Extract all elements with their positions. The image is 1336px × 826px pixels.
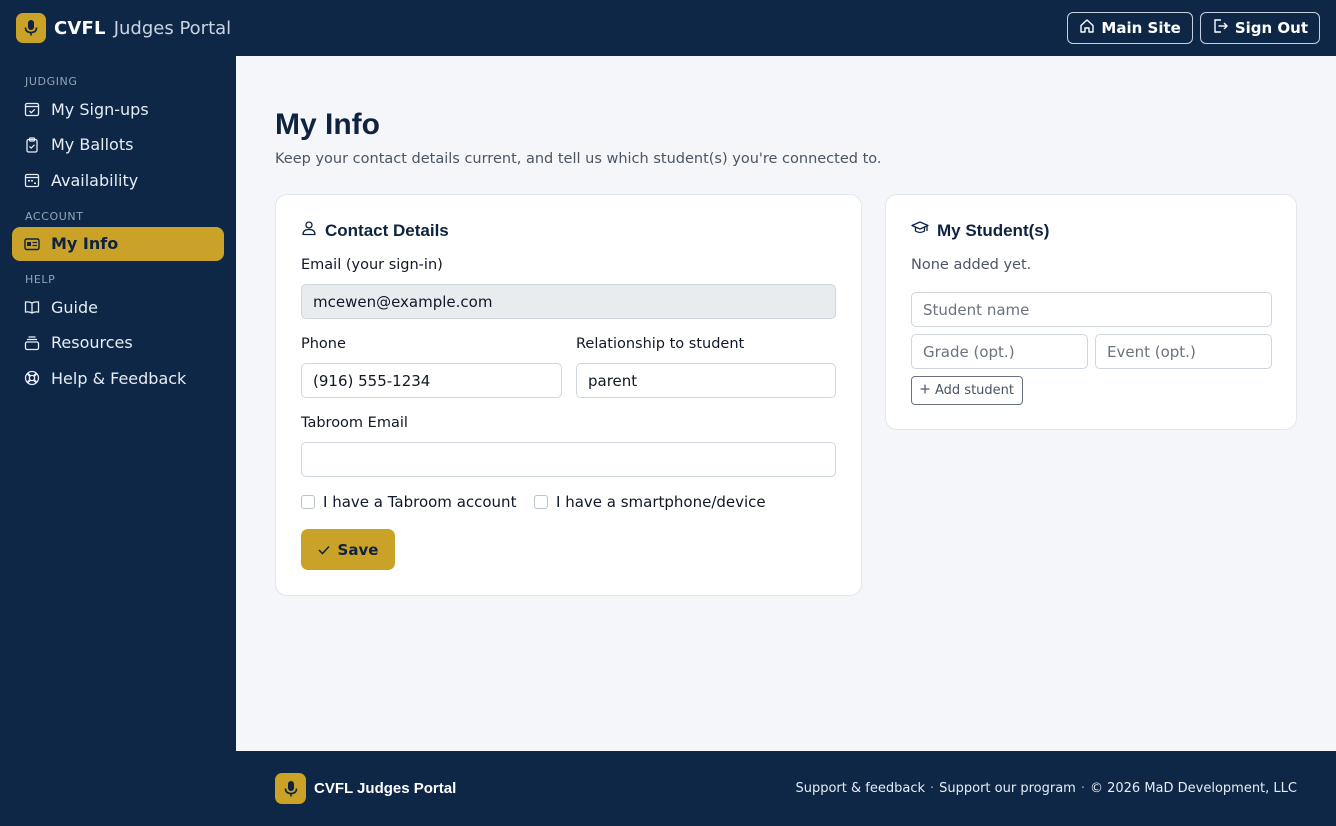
separator: ·: [1080, 781, 1085, 796]
device-checkbox[interactable]: [534, 495, 548, 509]
device-option[interactable]: I have a smartphone/device: [534, 493, 766, 511]
home-icon: [1079, 18, 1095, 38]
my-students-title: My Student(s): [937, 220, 1050, 240]
page-title: My Info: [275, 108, 380, 141]
support-feedback-link[interactable]: Support & feedback: [795, 781, 925, 796]
sign-out-label: Sign Out: [1234, 19, 1308, 37]
contact-details-heading: Contact Details: [301, 220, 449, 241]
brand-name: CVFL: [54, 17, 106, 39]
sidebar-item-my-info[interactable]: My Info: [12, 226, 224, 261]
sidebar-item-label: My Ballots: [51, 135, 134, 154]
student-name-input[interactable]: Student name: [911, 292, 1272, 327]
calendar-week-icon: [24, 172, 40, 188]
my-students-card: My Student(s) None added yet. Student na…: [885, 194, 1297, 430]
brand-subtitle: Judges Portal: [113, 17, 232, 39]
phone-label: Phone: [301, 336, 346, 352]
sign-out-icon: [1212, 18, 1229, 38]
contact-details-title: Contact Details: [325, 220, 449, 240]
microphone-icon: [16, 13, 46, 43]
main-site-label: Main Site: [1101, 19, 1181, 37]
top-bar: CVFL Judges Portal Main Site Sign Out: [0, 0, 1336, 56]
sidebar-item-label: Availability: [51, 170, 139, 190]
sidebar-item-label: Resources: [51, 333, 133, 352]
calendar-check-icon: [24, 101, 40, 117]
separator: ·: [930, 781, 935, 796]
sidebar-item-label: My Sign-ups: [51, 99, 149, 119]
sidebar-section-account: ACCOUNT: [25, 209, 84, 223]
relationship-label: Relationship to student: [576, 336, 745, 352]
sidebar: JUDGING My Sign-ups My Ballots Availabil…: [0, 56, 236, 826]
book-icon: [24, 299, 40, 315]
contact-details-card: Contact Details Email (your sign-in) mce…: [275, 194, 862, 596]
email-field[interactable]: mcewen@example.com: [301, 284, 836, 319]
tabroom-email-field[interactable]: [301, 442, 836, 477]
footer: CVFL Judges Portal Support & feedback · …: [236, 751, 1336, 826]
stack-icon: [24, 335, 40, 351]
copyright-text: © 2026 MaD Development, LLC: [1089, 781, 1297, 796]
support-program-link[interactable]: Support our program: [939, 781, 1076, 796]
id-card-icon: [24, 236, 40, 252]
students-empty-text: None added yet.: [911, 257, 1032, 273]
sidebar-item-my-ballots[interactable]: My Ballots: [12, 128, 224, 162]
sign-out-button[interactable]: Sign Out: [1199, 12, 1320, 44]
footer-links: Support & feedback · Support our program…: [795, 781, 1297, 796]
lifebuoy-icon: [24, 370, 40, 386]
sidebar-item-label: Help & Feedback: [51, 368, 187, 388]
sidebar-section-judging: JUDGING: [25, 75, 78, 88]
relationship-field[interactable]: parent: [576, 363, 836, 398]
device-label: I have a smartphone/device: [556, 493, 766, 511]
event-input[interactable]: Event (opt.): [1095, 334, 1272, 369]
grade-input[interactable]: Grade (opt.): [911, 334, 1088, 369]
add-student-label: Add student: [935, 383, 1014, 398]
sidebar-item-my-sign-ups[interactable]: My Sign-ups: [12, 92, 224, 126]
clipboard-icon: [24, 136, 40, 153]
save-button[interactable]: Save: [301, 529, 395, 570]
save-label: Save: [337, 540, 379, 559]
main-content: My Info Keep your contact details curren…: [236, 56, 1336, 751]
phone-field[interactable]: (916) 555-1234: [301, 363, 562, 398]
my-students-heading: My Student(s): [911, 220, 1049, 241]
footer-brand-name: CVFL Judges Portal: [314, 780, 457, 797]
tabroom-account-label: I have a Tabroom account: [323, 493, 517, 511]
sidebar-item-guide[interactable]: Guide: [12, 290, 224, 324]
tabroom-account-checkbox[interactable]: [301, 495, 315, 509]
page-subtitle: Keep your contact details current, and t…: [275, 151, 882, 167]
sidebar-item-resources[interactable]: Resources: [12, 326, 224, 360]
main-site-button[interactable]: Main Site: [1067, 12, 1193, 44]
check-icon: [318, 541, 330, 559]
graduation-cap-icon: [911, 220, 929, 241]
tabroom-account-option[interactable]: I have a Tabroom account: [301, 493, 516, 511]
plus-icon: [920, 383, 930, 398]
sidebar-item-label: Guide: [51, 297, 98, 317]
email-label: Email (your sign-in): [301, 257, 443, 273]
sidebar-item-availability[interactable]: Availability: [12, 163, 224, 197]
sidebar-section-help: HELP: [25, 273, 56, 286]
microphone-icon: [275, 773, 306, 804]
person-icon: [301, 220, 317, 241]
add-student-button[interactable]: Add student: [911, 376, 1023, 405]
sidebar-item-label: My Info: [51, 234, 119, 253]
brand[interactable]: CVFL Judges Portal: [16, 13, 231, 43]
tabroom-email-label: Tabroom Email: [301, 415, 408, 431]
sidebar-item-help-feedback[interactable]: Help & Feedback: [12, 361, 224, 395]
